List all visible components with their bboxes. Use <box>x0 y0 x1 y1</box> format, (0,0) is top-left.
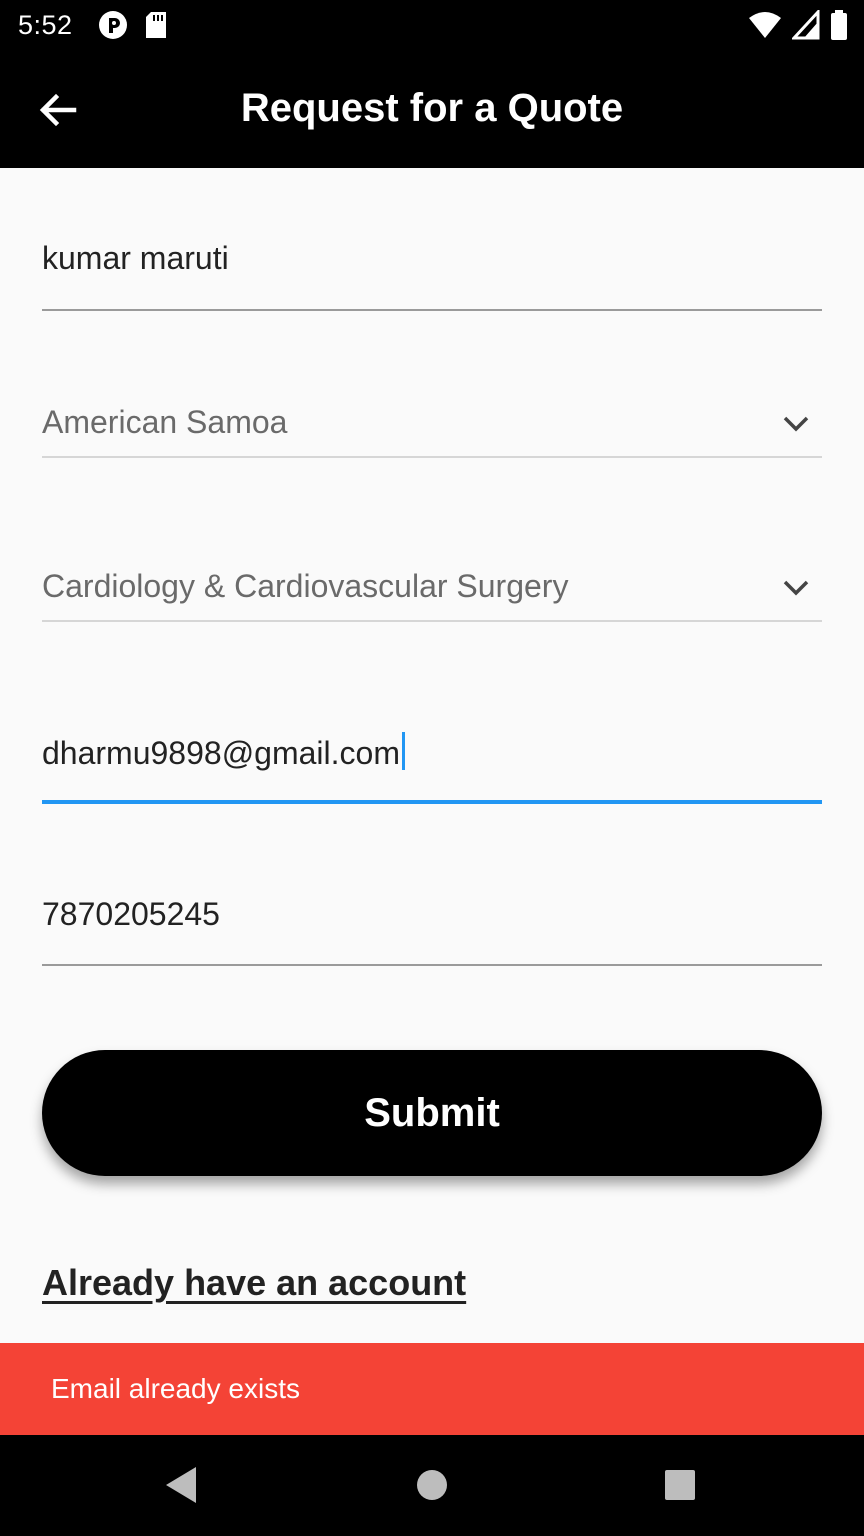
system-nav-bar <box>0 1435 864 1536</box>
name-value: kumar maruti <box>42 240 229 276</box>
email-field[interactable]: dharmu9898@gmail.com <box>42 732 822 804</box>
signal-icon <box>792 10 820 40</box>
specialty-value: Cardiology & Cardiovascular Surgery <box>42 568 569 604</box>
login-link[interactable]: Already have an account <box>42 1262 466 1304</box>
nav-recents-button[interactable] <box>664 1469 696 1501</box>
status-icons-right <box>748 10 848 40</box>
nav-home-button[interactable] <box>416 1469 448 1501</box>
status-icons-left <box>98 10 168 40</box>
app-bar: Request for a Quote <box>0 52 864 168</box>
nav-back-button[interactable] <box>164 1465 198 1505</box>
phone-value: 7870205245 <box>42 896 220 932</box>
name-underline <box>42 309 822 311</box>
battery-icon <box>831 10 847 40</box>
country-value: American Samoa <box>42 404 288 440</box>
email-value: dharmu9898@gmail.com <box>42 735 400 771</box>
snackbar-message: Email already exists <box>51 1373 300 1404</box>
text-cursor <box>401 732 405 770</box>
name-field[interactable]: kumar maruti <box>42 240 822 312</box>
email-underline-focused <box>42 800 822 804</box>
error-snackbar: Email already exists <box>0 1343 864 1435</box>
page-title: Request for a Quote <box>240 86 624 130</box>
country-dropdown[interactable]: American Samoa <box>42 404 822 460</box>
phone-field[interactable]: 7870205245 <box>42 896 822 968</box>
submit-button[interactable]: Submit <box>42 1050 822 1176</box>
status-bar: 5:52 <box>0 0 864 52</box>
phone-underline <box>42 964 822 966</box>
wifi-icon <box>749 12 781 38</box>
pocket-app-icon <box>99 11 127 39</box>
email-value-wrap: dharmu9898@gmail.com <box>42 732 822 772</box>
sd-card-icon <box>146 12 166 38</box>
specialty-underline <box>42 620 822 622</box>
specialty-dropdown[interactable]: Cardiology & Cardiovascular Surgery <box>42 568 822 624</box>
chevron-down-icon <box>783 580 809 596</box>
chevron-down-icon <box>783 416 809 432</box>
status-time: 5:52 <box>18 10 73 40</box>
country-underline <box>42 456 822 458</box>
